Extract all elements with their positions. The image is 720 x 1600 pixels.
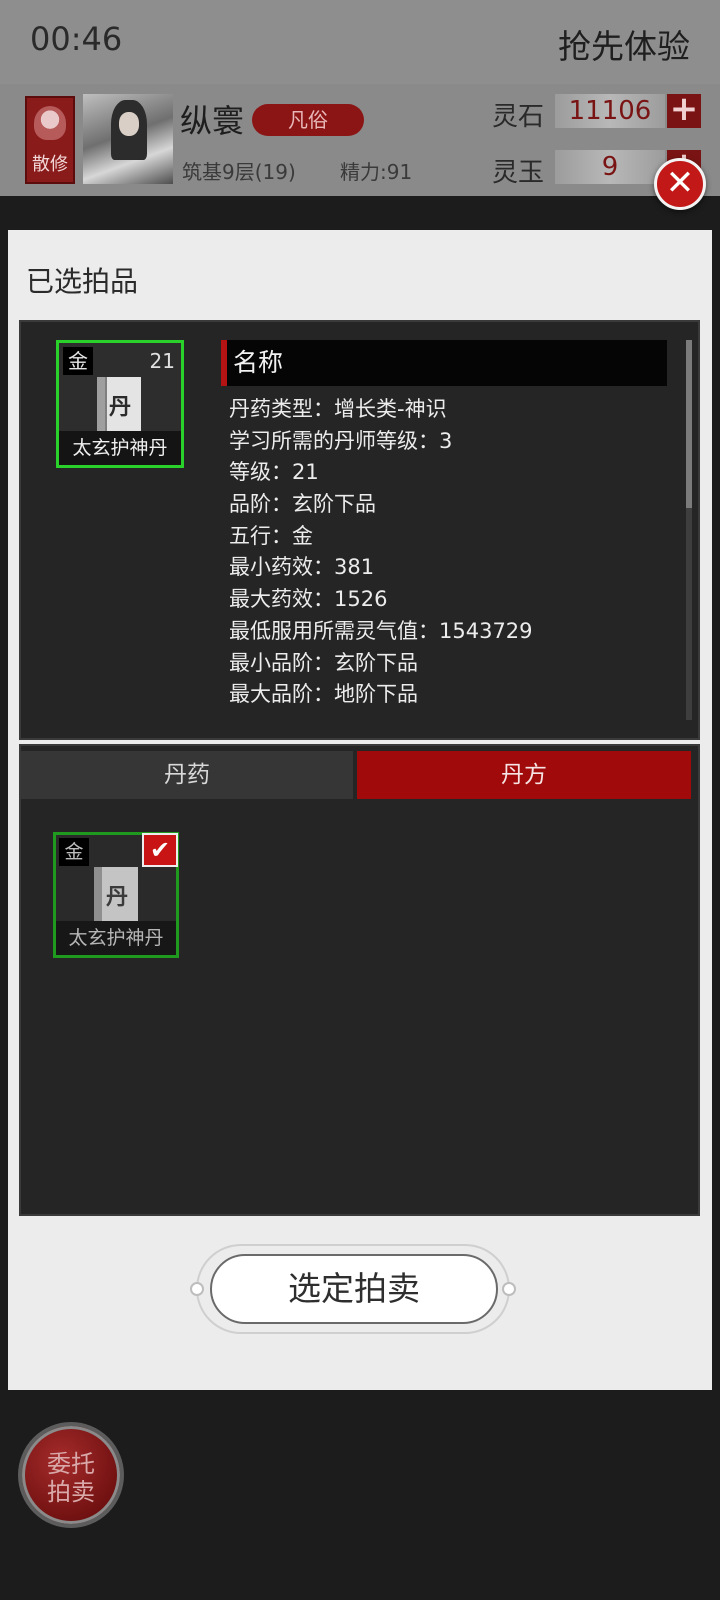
player-name: 纵寰 (180, 102, 245, 140)
pill-book-icon: 丹 (97, 377, 141, 431)
clock-time: 00:46 (30, 20, 123, 58)
confirm-button-frame: 选定拍卖 (190, 1244, 516, 1334)
attr-element: 五行：金 (229, 523, 313, 548)
avatar-face (119, 112, 139, 136)
pill-book-icon: 丹 (94, 867, 138, 921)
info-header: 名称 (221, 340, 667, 386)
sect-badge[interactable]: 散修 (25, 96, 75, 184)
auction-select-modal: 已选拍品 金 21 丹 太玄护神丹 名称 丹药类型：增长类-神识 学习所需的丹师… (8, 230, 712, 1390)
attr-min-spirit-required: 最低服用所需灵气值：1543729 (229, 618, 533, 643)
consign-label: 委托 拍卖 (47, 1450, 95, 1506)
attr-max-grade: 最大品阶：地阶下品 (229, 682, 418, 707)
element-tag: 金 (59, 838, 89, 866)
consign-auction-button[interactable]: 委托 拍卖 (18, 1422, 124, 1528)
item-name: 太玄护神丹 (59, 431, 181, 465)
attr-grade: 品阶：玄阶下品 (229, 492, 376, 517)
tab-recipes[interactable]: 丹方 (357, 751, 691, 799)
list-item-name: 太玄护神丹 (56, 921, 176, 955)
status-bar: 00:46 抢先体验 (0, 0, 720, 84)
spirit-stone-value: 11106 (555, 94, 665, 128)
early-access-label[interactable]: 抢先体验 (558, 20, 690, 68)
decorative-dot (190, 1282, 204, 1296)
spirit-jade-label: 灵玉 (492, 158, 545, 188)
selected-item-thumbnail[interactable]: 金 21 丹 太玄护神丹 (56, 340, 184, 468)
attr-min-grade: 最小品阶：玄阶下品 (229, 650, 418, 675)
attr-max-efficacy: 最大药效：1526 (229, 587, 388, 612)
avatar[interactable] (83, 94, 173, 184)
spirit-jade-value: 9 (555, 150, 665, 184)
scrollbar-thumb[interactable] (686, 340, 692, 508)
attr-pill-type: 丹药类型：增长类-神识 (229, 397, 447, 421)
element-tag: 金 (63, 347, 93, 375)
rank-badge: 凡俗 (252, 104, 364, 136)
attr-required-alchemist-level: 学习所需的丹师等级：3 (229, 428, 453, 453)
attr-min-efficacy: 最小药效：381 (229, 555, 375, 580)
modal-title: 已选拍品 (26, 265, 139, 298)
decorative-dot (502, 1282, 516, 1296)
sect-label: 散修 (32, 154, 68, 175)
attr-level: 等级：21 (229, 460, 319, 485)
lotus-emblem-icon (34, 106, 66, 140)
checkmark-icon: ✔ (142, 833, 178, 867)
player-info-bar: 散修 纵寰 凡俗 筑基9层(19) 精力:91 灵石 11106 + 灵玉 9 … (0, 84, 720, 196)
inventory-list-panel: 丹药 丹方 金 丹 太玄护神丹 ✔ (19, 744, 700, 1216)
item-attributes-list[interactable]: 丹药类型：增长类-神识 学习所需的丹师等级：3 等级：21 品阶：玄阶下品 五行… (229, 394, 669, 720)
item-level: 21 (149, 349, 175, 373)
info-scrollbar[interactable] (686, 340, 692, 720)
cultivation-level: 筑基9层(19) (182, 160, 296, 184)
list-item[interactable]: 金 丹 太玄护神丹 ✔ (53, 832, 179, 958)
energy-value: 精力:91 (340, 160, 413, 184)
confirm-auction-button[interactable]: 选定拍卖 (210, 1254, 498, 1324)
tab-pills[interactable]: 丹药 (21, 751, 353, 799)
item-detail-panel: 金 21 丹 太玄护神丹 名称 丹药类型：增长类-神识 学习所需的丹师等级：3 … (19, 320, 700, 740)
spirit-stone-label: 灵石 (492, 102, 545, 132)
add-spirit-stone-button[interactable]: + (667, 92, 701, 128)
close-icon[interactable]: ✕ (654, 158, 706, 210)
